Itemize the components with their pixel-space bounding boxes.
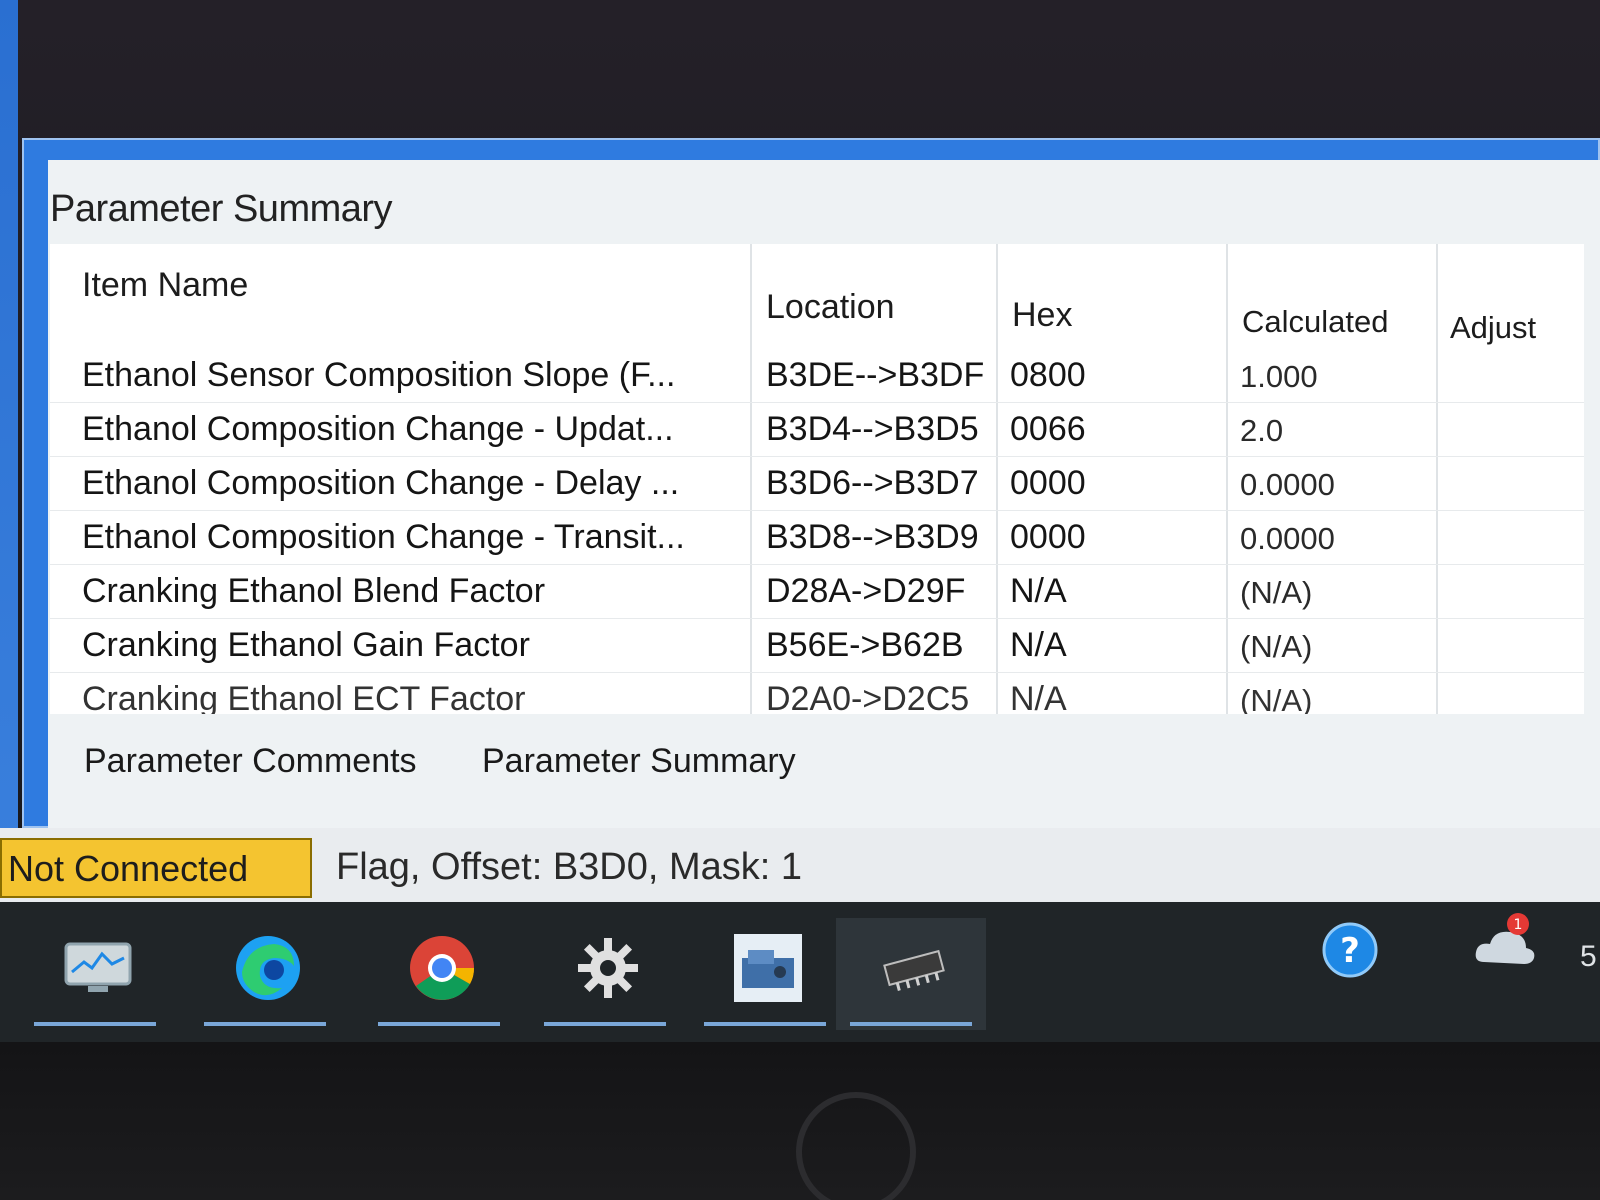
column-header-location[interactable]: Location (766, 288, 895, 327)
table-row[interactable]: Cranking Ethanol Gain Factor B56E->B62B … (50, 618, 1584, 673)
help-icon[interactable]: ? (1318, 918, 1382, 982)
hex-cell: 0000 (1010, 518, 1086, 556)
item-name-cell: Ethanol Composition Change - Transit... (82, 518, 685, 556)
location-cell: B3DE-->B3DF (766, 356, 985, 394)
panel-title: Parameter Summary (50, 188, 393, 230)
desktop-background-strip (0, 0, 18, 900)
location-cell: B3D6-->B3D7 (766, 464, 979, 502)
parameter-summary-window: Parameter Summary Item Name Location Hex… (22, 138, 1600, 830)
tray-clock-fragment[interactable]: 5 (1580, 940, 1597, 974)
column-header-calculated[interactable]: Calculated (1242, 304, 1388, 340)
calculated-cell: 2.0 (1240, 413, 1284, 448)
hex-cell: N/A (1010, 680, 1067, 714)
taskbar-running-indicator (204, 1022, 326, 1026)
status-bar: Not Connected Flag, Offset: B3D0, Mask: … (0, 828, 1600, 902)
location-cell: B3D8-->B3D9 (766, 518, 979, 556)
connection-status-badge: Not Connected (0, 838, 312, 898)
item-name-cell: Cranking Ethanol Gain Factor (82, 626, 530, 664)
column-header-adjust[interactable]: Adjust (1450, 310, 1536, 346)
calculated-cell: (N/A) (1240, 575, 1313, 610)
taskbar-running-indicator (850, 1022, 972, 1026)
taskbar: ? 1 5 (0, 902, 1600, 1042)
hp-logo (796, 1092, 916, 1200)
item-name-cell: Cranking Ethanol ECT Factor (82, 680, 526, 714)
hex-cell: 0800 (1010, 356, 1086, 394)
notification-badge-count: 1 (1514, 917, 1523, 933)
hex-cell: N/A (1010, 626, 1067, 664)
item-name-cell: Ethanol Composition Change - Delay ... (82, 464, 680, 502)
calculated-cell: 0.0000 (1240, 521, 1335, 556)
tab-parameter-summary[interactable]: Parameter Summary (478, 736, 800, 787)
taskbar-running-indicator (34, 1022, 156, 1026)
column-header-hex[interactable]: Hex (1012, 296, 1072, 335)
settings-gear-icon (578, 938, 638, 998)
location-cell: D2A0->D2C5 (766, 680, 970, 714)
table-row[interactable]: Ethanol Composition Change - Transit... … (50, 510, 1584, 565)
taskbar-running-indicator (704, 1022, 826, 1026)
location-cell: B56E->B62B (766, 626, 964, 664)
tuner-app-icon (734, 934, 802, 1002)
location-cell: B3D4-->B3D5 (766, 410, 979, 448)
tab-parameter-comments[interactable]: Parameter Comments (80, 736, 421, 787)
taskbar-button-chrome[interactable] (364, 918, 514, 1030)
hex-cell: 0066 (1010, 410, 1086, 448)
table-row[interactable]: Ethanol Composition Change - Updat... B3… (50, 402, 1584, 457)
table-header: Item Name Location Hex Calculated Adjust (50, 244, 1584, 348)
taskbar-button-tuner-app[interactable] (690, 918, 840, 1030)
taskbar-running-indicator (378, 1022, 500, 1026)
calculated-cell: 1.000 (1240, 359, 1318, 394)
table-row[interactable]: Cranking Ethanol ECT Factor D2A0->D2C5 N… (50, 672, 1584, 714)
status-info-text: Flag, Offset: B3D0, Mask: 1 (336, 846, 803, 888)
photo-scene: Parameter Summary Item Name Location Hex… (0, 0, 1600, 1200)
laptop-bezel (0, 1042, 1600, 1200)
parameter-table: Item Name Location Hex Calculated Adjust… (50, 244, 1584, 714)
item-name-cell: Cranking Ethanol Blend Factor (82, 572, 546, 610)
table-row[interactable]: Ethanol Composition Change - Delay ... B… (50, 456, 1584, 511)
monitor-app-icon (64, 942, 132, 992)
hex-cell: N/A (1010, 572, 1067, 610)
calculated-cell: (N/A) (1240, 683, 1313, 714)
column-header-item-name[interactable]: Item Name (82, 266, 248, 305)
taskbar-button-settings[interactable] (530, 918, 680, 1030)
table-row[interactable]: Ethanol Sensor Composition Slope (F... B… (50, 348, 1584, 403)
calculated-cell: 0.0000 (1240, 467, 1335, 502)
chip-app-icon (883, 949, 945, 991)
onedrive-cloud-icon[interactable]: 1 (1470, 910, 1540, 980)
taskbar-button-chip-app[interactable] (836, 918, 986, 1030)
edge-browser-icon (236, 936, 300, 1000)
table-row[interactable]: Cranking Ethanol Blend Factor D28A->D29F… (50, 564, 1584, 619)
taskbar-button-monitor-app[interactable] (20, 918, 170, 1030)
item-name-cell: Ethanol Composition Change - Updat... (82, 410, 674, 448)
chrome-browser-icon (410, 936, 475, 1000)
taskbar-button-edge[interactable] (190, 918, 340, 1030)
hex-cell: 0000 (1010, 464, 1086, 502)
taskbar-running-indicator (544, 1022, 666, 1026)
location-cell: D28A->D29F (766, 572, 966, 610)
calculated-cell: (N/A) (1240, 629, 1313, 664)
item-name-cell: Ethanol Sensor Composition Slope (F... (82, 356, 676, 394)
svg-text:?: ? (1340, 931, 1360, 971)
